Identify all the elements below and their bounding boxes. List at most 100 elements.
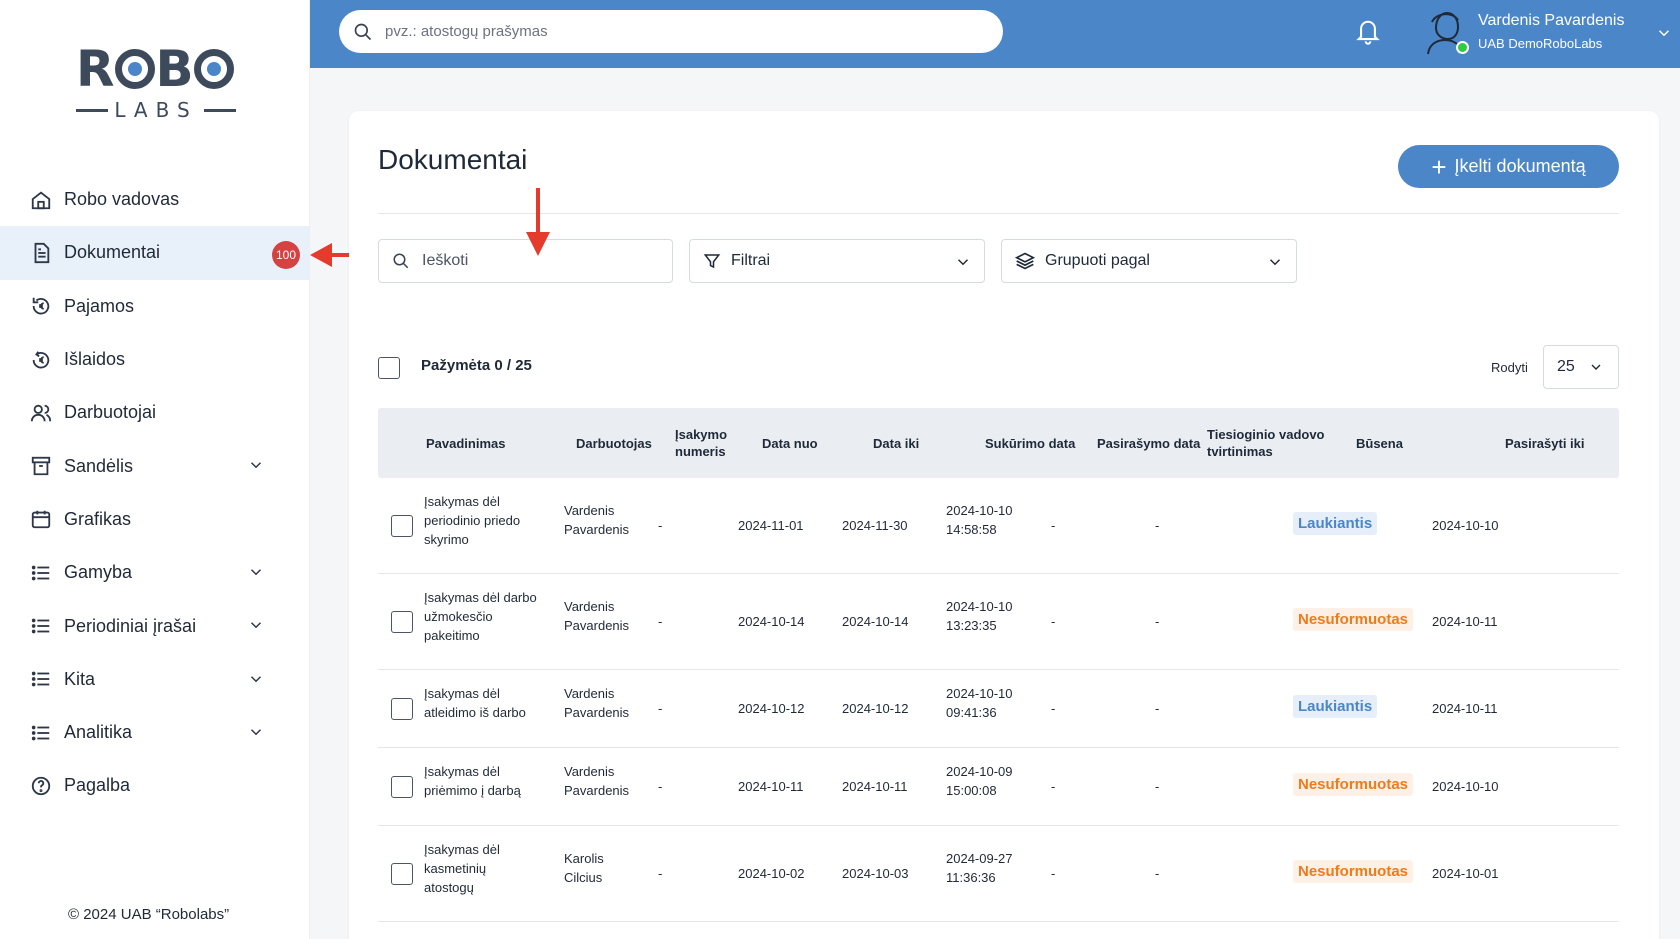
col-signed-header[interactable]: Pasirašymo data xyxy=(1097,435,1200,452)
group-by-dropdown[interactable]: Grupuoti pagal xyxy=(1001,239,1297,283)
status-badge[interactable]: Laukiantis xyxy=(1293,695,1378,718)
status-badge[interactable]: Nesuformuotas xyxy=(1293,773,1414,796)
doc-name-line: Įsakymas dėl xyxy=(424,842,500,857)
sidebar-item-išlaidos[interactable]: Išlaidos xyxy=(0,333,310,386)
manager-approval: - xyxy=(1155,518,1160,533)
table-row[interactable]: Įsakymas dėl atleidimo iš darbo Vardenis Pa… xyxy=(378,670,1619,748)
chevron-down-icon[interactable] xyxy=(247,456,265,474)
row-checkbox[interactable] xyxy=(391,776,413,798)
sidebar-item-pagalba[interactable]: Pagalba xyxy=(0,759,310,812)
employee-name: Vardenis Pavardenis xyxy=(564,684,629,722)
employee-name-line: Pavardenis xyxy=(564,618,630,633)
sidebar-item-periodiniai-įrašai[interactable]: Periodiniai įrašai xyxy=(0,599,310,652)
sidebar-item-robo-vadovas[interactable]: Robo vadovas xyxy=(0,173,310,226)
employee-name-line: Pavardenis xyxy=(564,705,630,720)
status-badge[interactable]: Nesuformuotas xyxy=(1293,860,1414,883)
chevron-down-icon[interactable] xyxy=(247,723,265,741)
col-manager-line2: tvirtinimas xyxy=(1207,444,1273,459)
signed-date: - xyxy=(1051,779,1056,794)
doc-name-line: atleidimo iš darbo xyxy=(424,705,526,720)
employee-name-line: Pavardenis xyxy=(564,783,630,798)
created-date: 2024-10-10 09:41:36 xyxy=(946,684,1013,722)
users-icon xyxy=(30,402,52,424)
signed-date: - xyxy=(1051,866,1056,881)
created-date-line: 14:58:58 xyxy=(946,522,997,537)
sidebar-item-sandėlis[interactable]: Sandėlis xyxy=(0,439,310,492)
doc-name: Įsakymas dėl priėmimo į darbą xyxy=(424,762,521,800)
chevron-down-icon xyxy=(1591,364,1601,370)
sidebar-item-darbuotojai[interactable]: Darbuotojai xyxy=(0,386,310,439)
created-date-line: 2024-10-10 xyxy=(946,599,1013,614)
table-row[interactable]: Įsakymas dėl darbo užmokesčio pakeitimo Var… xyxy=(378,574,1619,670)
date-to: 2024-10-12 xyxy=(842,701,909,716)
sidebar-item-label: Pagalba xyxy=(64,775,131,796)
row-checkbox[interactable] xyxy=(391,515,413,537)
sign-until-date: 2024-10-11 xyxy=(1432,614,1498,629)
col-sign-until-header[interactable]: Pasirašyti iki xyxy=(1505,435,1585,452)
col-status-header[interactable]: Būsena xyxy=(1356,435,1403,452)
col-name-header[interactable]: Pavadinimas xyxy=(426,435,506,452)
chevron-down-icon[interactable] xyxy=(247,670,265,688)
select-all-checkbox[interactable] xyxy=(378,357,400,379)
row-checkbox[interactable] xyxy=(391,611,413,633)
col-order-no-header[interactable]: Įsakymo numeris xyxy=(675,426,727,460)
sign-until-date: 2024-10-01 xyxy=(1432,866,1499,881)
manager-approval: - xyxy=(1155,866,1160,881)
upload-document-button[interactable]: + Įkelti dokumentą xyxy=(1398,145,1619,188)
row-checkbox[interactable] xyxy=(391,863,413,885)
sidebar-item-label: Grafikas xyxy=(64,508,132,529)
divider xyxy=(378,213,1619,214)
employee-name-line: Karolis xyxy=(564,851,604,866)
sign-until-date: 2024-10-10 xyxy=(1432,518,1499,533)
created-date-line: 2024-10-09 xyxy=(946,764,1013,779)
doc-name: Įsakymas dėl periodinio priedo skyrimo xyxy=(424,492,520,549)
global-search[interactable] xyxy=(339,10,1003,53)
status-badge[interactable]: Laukiantis xyxy=(1293,512,1378,535)
sidebar-item-label: Kita xyxy=(64,668,96,689)
filter-icon xyxy=(703,254,721,269)
sidebar-item-pajamos[interactable]: Pajamos xyxy=(0,280,310,333)
doc-name: Įsakymas dėl atleidimo iš darbo xyxy=(424,684,526,722)
sidebar-item-grafikas[interactable]: Grafikas xyxy=(0,493,310,546)
date-from: 2024-10-12 xyxy=(738,701,805,716)
sidebar-item-gamyba[interactable]: Gamyba xyxy=(0,546,310,599)
table-row[interactable]: Įsakymas dėl periodinio priedo skyrimo Vard… xyxy=(378,478,1619,574)
signed-date: - xyxy=(1051,701,1056,716)
order-number: - xyxy=(658,701,663,716)
col-order-no-line1: Įsakymo xyxy=(675,427,728,442)
chevron-down-icon[interactable] xyxy=(247,563,265,581)
sidebar-item-kita[interactable]: Kita xyxy=(0,653,310,706)
copyright: © 2024 UAB “Robolabs” xyxy=(68,906,230,923)
table-row[interactable]: Įsakymas dėl priėmimo į darbą Vardenis Pava… xyxy=(378,748,1619,826)
filters-dropdown[interactable]: Filtrai xyxy=(689,239,985,283)
chevron-down-icon[interactable] xyxy=(247,616,265,634)
col-created-header[interactable]: Sukūrimo data xyxy=(985,435,1075,452)
table-row[interactable]: Įsakymas dėl kasmetinių atostogų Karolis Cil… xyxy=(378,826,1619,922)
row-checkbox[interactable] xyxy=(391,698,413,720)
status-badge[interactable]: Nesuformuotas xyxy=(1293,608,1414,631)
manager-approval: - xyxy=(1155,701,1160,716)
page-size-select[interactable]: 25 xyxy=(1543,345,1619,389)
global-search-input[interactable] xyxy=(385,23,965,40)
created-date-line: 2024-10-10 xyxy=(946,503,1013,518)
robolabs-logo[interactable]: RB LABS xyxy=(76,44,236,126)
employee-name-line: Pavardenis xyxy=(564,522,630,537)
created-date-line: 13:23:35 xyxy=(946,618,997,633)
user-menu-chevron-icon[interactable] xyxy=(1655,24,1673,42)
order-number: - xyxy=(658,779,663,794)
notifications-bell-icon[interactable] xyxy=(1354,16,1382,46)
date-to: 2024-10-03 xyxy=(842,866,909,881)
col-manager-header[interactable]: Tiesioginio vadovo tvirtinimas xyxy=(1207,426,1325,460)
sign-until-date: 2024-10-11 xyxy=(1432,701,1498,716)
sidebar-item-dokumentai[interactable]: Dokumentai 100 xyxy=(0,226,310,280)
chevron-down-icon xyxy=(957,259,969,266)
upload-document-label: Įkelti dokumentą xyxy=(1454,156,1586,176)
user-avatar[interactable] xyxy=(1422,8,1469,56)
created-date: 2024-10-10 14:58:58 xyxy=(946,501,1013,539)
col-date-to-header[interactable]: Data iki xyxy=(873,435,919,452)
sidebar-item-analitika[interactable]: Analitika xyxy=(0,706,310,759)
doc-name-line: Įsakymas dėl darbo xyxy=(424,590,537,605)
col-date-from-header[interactable]: Data nuo xyxy=(762,435,818,452)
user-name[interactable]: Vardenis Pavardenis xyxy=(1478,12,1624,30)
col-employee-header[interactable]: Darbuotojas xyxy=(576,435,652,452)
